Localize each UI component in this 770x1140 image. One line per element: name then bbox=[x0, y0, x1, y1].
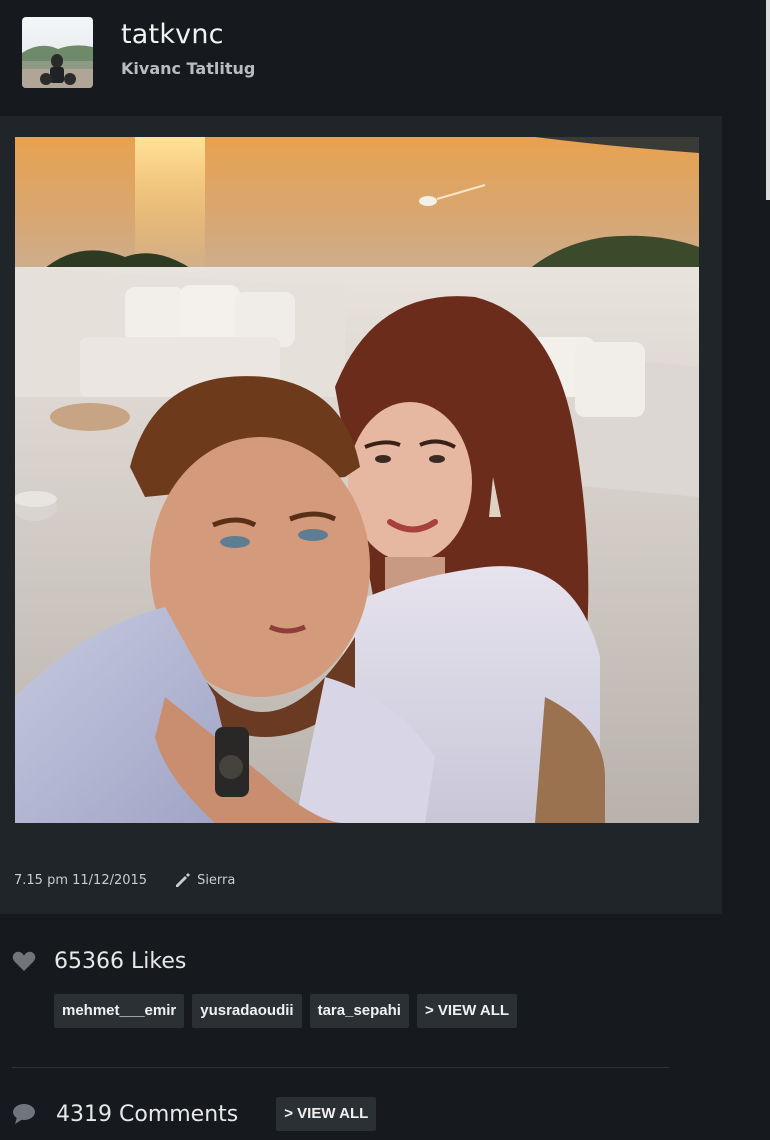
likers-list: mehmet___emir yusradaoudii tara_sepahi >… bbox=[54, 994, 518, 1028]
username[interactable]: tatkvnc bbox=[121, 19, 224, 50]
comment-icon[interactable] bbox=[12, 1103, 36, 1125]
comments-label: Comments bbox=[119, 1101, 239, 1127]
likes-row: 65366 Likes bbox=[12, 945, 186, 977]
likes-label: Likes bbox=[131, 948, 187, 974]
liker-tag[interactable]: tara_sepahi bbox=[309, 994, 409, 1028]
comments-row: 4319 Comments > VIEW ALL bbox=[12, 1096, 377, 1132]
pencil-icon bbox=[176, 873, 191, 887]
post-timestamp: 7.15 pm 11/12/2015 bbox=[14, 872, 148, 888]
heart-icon[interactable] bbox=[12, 950, 36, 972]
likes-view-all-button[interactable]: > VIEW ALL bbox=[416, 994, 518, 1028]
avatar[interactable] bbox=[22, 17, 93, 88]
liker-tag[interactable]: yusradaoudii bbox=[192, 994, 302, 1028]
scroll-edge bbox=[766, 0, 770, 200]
likes-count: 65366 bbox=[54, 948, 124, 974]
profile-header: tatkvnc Kivanc Tatlitug bbox=[0, 0, 770, 110]
post-meta: 7.15 pm 11/12/2015 Sierra bbox=[14, 870, 235, 890]
comments-view-all-button[interactable]: > VIEW ALL bbox=[276, 1097, 377, 1131]
post-card: 7.15 pm 11/12/2015 Sierra bbox=[0, 116, 722, 914]
full-name: Kivanc Tatlitug bbox=[121, 59, 256, 78]
post-photo[interactable] bbox=[15, 137, 699, 823]
liker-tag[interactable]: mehmet___emir bbox=[54, 994, 185, 1028]
filter-name: Sierra bbox=[197, 872, 236, 888]
divider bbox=[12, 1067, 669, 1068]
comments-count: 4319 bbox=[56, 1101, 112, 1127]
